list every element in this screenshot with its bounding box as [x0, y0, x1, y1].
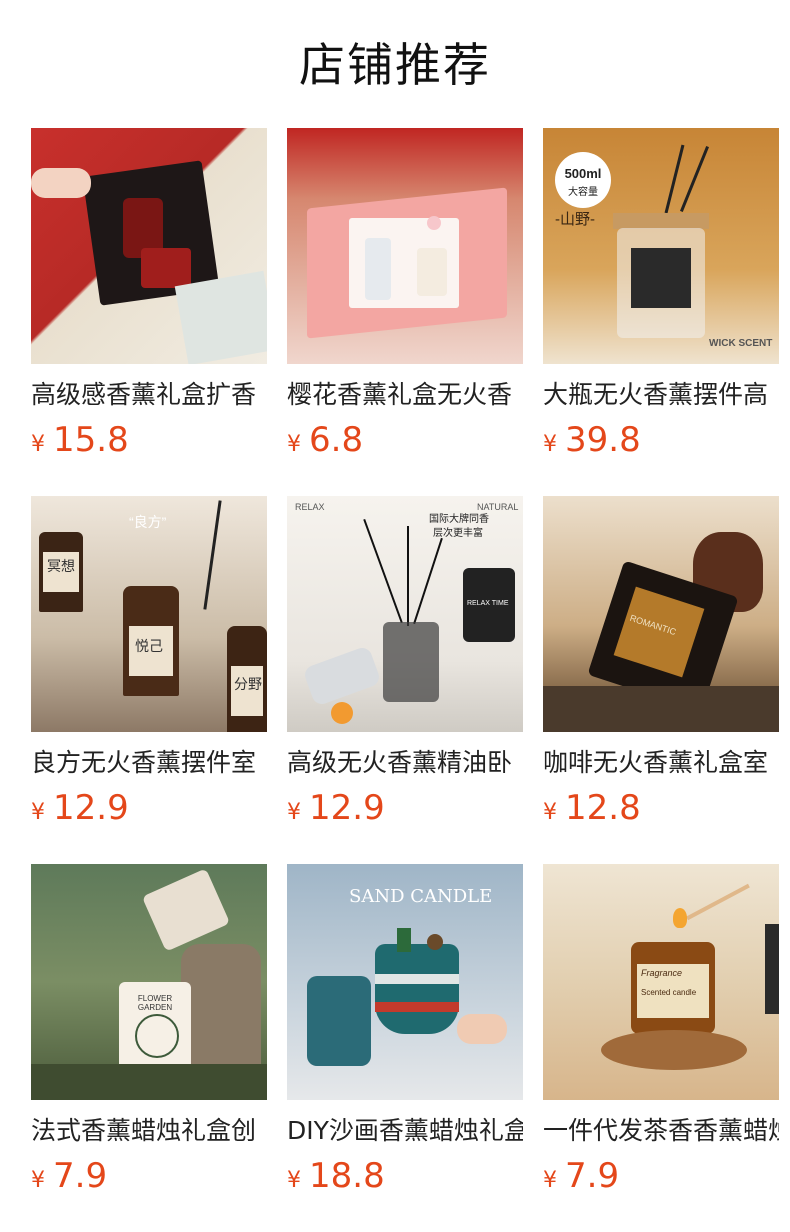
product-image[interactable] — [31, 128, 267, 364]
product-name[interactable]: 大瓶无火香薰摆件高 — [543, 378, 779, 412]
product-image[interactable]: ROMANTIC — [543, 496, 779, 732]
product-card[interactable]: ROMANTIC 咖啡无火香薰礼盒室 ¥12.8 — [543, 496, 779, 840]
image-headline: 国际大牌同香 — [429, 514, 489, 525]
price-value: 39.8 — [565, 420, 641, 460]
product-card[interactable]: 高级感香薰礼盒扩香 ¥15.8 — [31, 128, 267, 472]
price-value: 18.8 — [309, 1156, 385, 1196]
product-name[interactable]: 良方无火香薰摆件室 — [31, 746, 267, 780]
product-image[interactable]: “良方” 冥想 悦己 分野 — [31, 496, 267, 732]
bottle-label: RELAX TIME — [467, 600, 509, 607]
product-card[interactable]: RELAX NATURAL 国际大牌同香 层次更丰富 RELAX TIME 高级… — [287, 496, 523, 840]
badge-size: 500ml — [564, 166, 602, 181]
product-card[interactable]: “良方” 冥想 悦己 分野 良方无火香薰摆件室 ¥12.9 — [31, 496, 267, 840]
label-2: 悦己 — [135, 638, 163, 654]
price-value: 6.8 — [309, 420, 364, 460]
product-image[interactable]: 500ml 大容量 -山野- WICK SCENT — [543, 128, 779, 364]
product-price: ¥18.8 — [287, 1156, 523, 1202]
product-grid: 高级感香薰礼盒扩香 ¥15.8 樱花香薰礼盒无火香 ¥6.8 500ml 大容量… — [31, 128, 779, 1208]
price-value: 12.9 — [309, 788, 385, 828]
product-image[interactable]: RELAX NATURAL 国际大牌同香 层次更丰富 RELAX TIME — [287, 496, 523, 732]
product-name[interactable]: 法式香薰蜡烛礼盒创 — [31, 1114, 267, 1148]
product-price: ¥7.9 — [543, 1156, 779, 1202]
product-price: ¥12.8 — [543, 788, 779, 834]
product-name[interactable]: 咖啡无火香薰礼盒室 — [543, 746, 779, 780]
product-image[interactable]: FLOWER GARDEN — [31, 864, 267, 1100]
product-image[interactable]: Fragrance Scented candle — [543, 864, 779, 1100]
series-label: -山野- — [555, 211, 595, 228]
currency-symbol: ¥ — [31, 1168, 45, 1193]
jar-sublabel: Scented candle — [641, 988, 697, 997]
product-price: ¥12.9 — [287, 788, 523, 834]
image-headline: SAND CANDLE — [349, 886, 493, 907]
product-card[interactable]: 500ml 大容量 -山野- WICK SCENT 大瓶无火香薰摆件高 ¥39.… — [543, 128, 779, 472]
brand-label: WICK SCENT — [709, 338, 773, 349]
currency-symbol: ¥ — [31, 800, 45, 825]
currency-symbol: ¥ — [543, 432, 557, 457]
product-name[interactable]: DIY沙画香薰蜡烛礼盒 — [287, 1114, 523, 1148]
candle-label: FLOWER GARDEN — [137, 994, 173, 1012]
currency-symbol: ¥ — [543, 800, 557, 825]
image-header: “良方” — [129, 514, 167, 530]
product-name[interactable]: 一件代发茶香香薰蜡烛 — [543, 1114, 779, 1148]
price-value: 12.9 — [53, 788, 129, 828]
product-card[interactable]: FLOWER GARDEN 法式香薰蜡烛礼盒创 ¥7.9 — [31, 864, 267, 1208]
currency-symbol: ¥ — [543, 1168, 557, 1193]
product-card[interactable]: Fragrance Scented candle 一件代发茶香香薰蜡烛 ¥7.9 — [543, 864, 779, 1208]
product-price: ¥6.8 — [287, 420, 523, 466]
product-name[interactable]: 高级无火香薰精油卧 — [287, 746, 523, 780]
product-card[interactable]: 樱花香薰礼盒无火香 ¥6.8 — [287, 128, 523, 472]
currency-symbol: ¥ — [287, 1168, 301, 1193]
price-value: 15.8 — [53, 420, 129, 460]
price-value: 7.9 — [565, 1156, 620, 1196]
product-price: ¥15.8 — [31, 420, 267, 466]
currency-symbol: ¥ — [287, 432, 301, 457]
product-price: ¥12.9 — [31, 788, 267, 834]
jar-label: Fragrance — [641, 968, 683, 978]
product-card[interactable]: SAND CANDLE DIY沙画香薰蜡烛礼盒 ¥18.8 — [287, 864, 523, 1208]
product-image[interactable]: SAND CANDLE — [287, 864, 523, 1100]
currency-symbol: ¥ — [31, 432, 45, 457]
product-name[interactable]: 樱花香薰礼盒无火香 — [287, 378, 523, 412]
label-1: 冥想 — [47, 558, 75, 574]
price-value: 7.9 — [53, 1156, 108, 1196]
label-3: 分野 — [234, 676, 262, 692]
product-price: ¥7.9 — [31, 1156, 267, 1202]
product-image[interactable] — [287, 128, 523, 364]
currency-symbol: ¥ — [287, 800, 301, 825]
badge-label: 大容量 — [568, 187, 598, 198]
product-price: ¥39.8 — [543, 420, 779, 466]
product-name[interactable]: 高级感香薰礼盒扩香 — [31, 378, 267, 412]
section-title: 店铺推荐 — [299, 38, 491, 92]
price-value: 12.8 — [565, 788, 641, 828]
image-left-label: RELAX — [295, 502, 325, 512]
